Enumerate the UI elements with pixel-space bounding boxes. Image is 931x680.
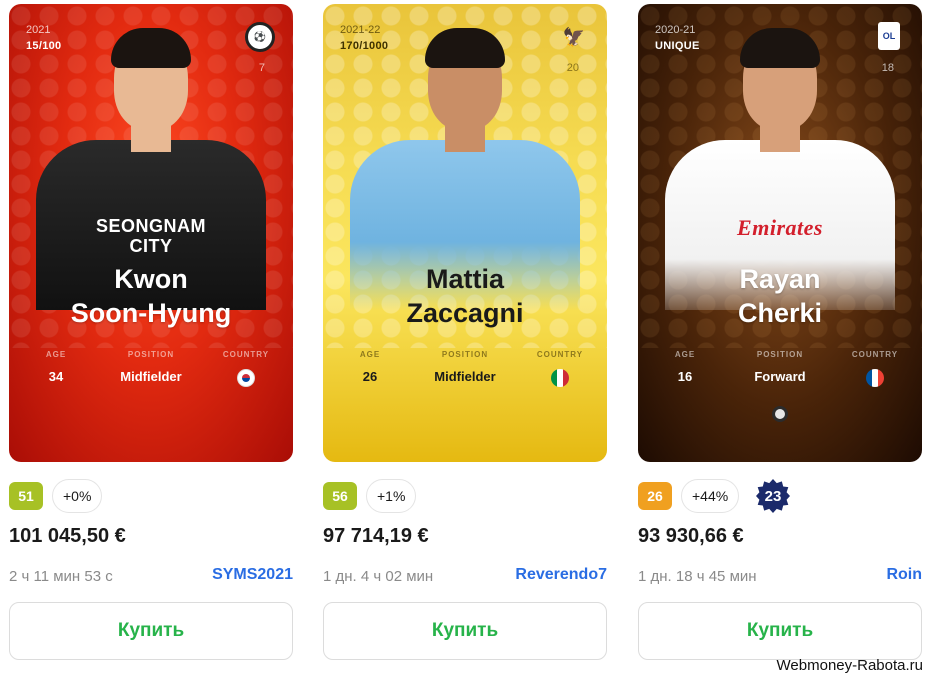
stat-age-label: AGE (45, 350, 67, 359)
time-left: 1 дн. 18 ч 45 мин (638, 568, 757, 585)
stat-age-label: AGE (359, 350, 381, 359)
player-stats: AGE 34 POSITION Midfielder COUNTRY (9, 350, 293, 390)
stat-position: POSITION Midfielder (106, 350, 196, 384)
player-last-name: Soon-Hyung (70, 298, 232, 328)
club-badge-icon: OL (878, 22, 900, 50)
stat-position-label: POSITION (756, 350, 804, 359)
card-meta: 26 +44% 23 (638, 478, 924, 514)
player-last-name: Zaccagni (406, 298, 524, 328)
card-meta: 51 +0% (9, 478, 295, 514)
price-change-badge: +44% (681, 479, 740, 513)
sale-info: 2 ч 11 мин 53 с SYMS2021 (9, 564, 295, 588)
jersey-sponsor: Emirates (737, 215, 823, 240)
stat-age: AGE 34 (11, 350, 101, 384)
time-left: 2 ч 11 мин 53 с (9, 568, 113, 585)
stat-position-label: POSITION (127, 350, 175, 359)
stat-position: POSITION Forward (735, 350, 825, 384)
score-badge: 51 (9, 482, 43, 510)
south-korea-flag-icon (237, 369, 255, 387)
player-first-name: Mattia (425, 264, 504, 294)
stat-age-value: 26 (362, 369, 378, 384)
listing-cherki: 2020-21 UNIQUE OL 18 Emirates Rayan Cher… (638, 4, 924, 660)
stat-position-value: Midfielder (434, 369, 496, 384)
stat-age-value: 34 (48, 369, 64, 384)
listing-kwon: 2021 15/100 ⚽ 7 SEONGNAM CITY Kwon Soon-H… (9, 4, 295, 660)
card-season: 2020-21 (655, 24, 696, 36)
card-season: 2021 (26, 24, 51, 36)
card-serial: UNIQUE (655, 40, 700, 52)
rank-badge: 23 (756, 479, 790, 513)
player-first-name: Rayan (739, 264, 821, 294)
stat-position: POSITION Midfielder (420, 350, 510, 384)
stat-country-label: COUNTRY (536, 350, 584, 359)
score-badge: 56 (323, 482, 357, 510)
price-change-badge: +0% (52, 479, 103, 513)
buy-button[interactable]: Купить (9, 602, 293, 660)
price-change-badge: +1% (366, 479, 417, 513)
sale-info: 1 дн. 4 ч 02 мин Reverendo7 (323, 564, 609, 588)
stat-age: AGE 16 (640, 350, 730, 384)
player-first-name: Kwon (114, 264, 188, 294)
stat-age-value: 16 (677, 369, 693, 384)
player-name: Kwon Soon-Hyung (9, 262, 293, 330)
card-season: 2021-22 (340, 24, 381, 36)
club-number: 7 (258, 62, 265, 74)
unique-chip-icon (772, 406, 788, 422)
stat-age: AGE 26 (325, 350, 415, 384)
card-serial: 170/1000 (340, 40, 389, 52)
player-last-name: Cherki (737, 298, 823, 328)
player-name: Mattia Zaccagni (323, 262, 607, 330)
stat-country: COUNTRY (830, 350, 920, 387)
club-number: 20 (566, 62, 579, 74)
stat-country: COUNTRY (201, 350, 291, 387)
seller-link[interactable]: Reverendo7 (515, 566, 607, 584)
france-flag-icon (866, 369, 884, 387)
time-left: 1 дн. 4 ч 02 мин (323, 568, 434, 585)
watermark: Webmoney-Rabota.ru (776, 657, 923, 674)
player-card[interactable]: 2021 15/100 ⚽ 7 SEONGNAM CITY Kwon Soon-H… (9, 4, 293, 462)
seller-link[interactable]: Roin (886, 566, 922, 584)
stat-country-label: COUNTRY (851, 350, 899, 359)
club-badge-icon: ⚽ (245, 22, 275, 52)
price: 93 930,66 € (638, 525, 744, 547)
score-badge: 26 (638, 482, 672, 510)
stat-position-label: POSITION (441, 350, 489, 359)
player-stats: AGE 26 POSITION Midfielder COUNTRY (323, 350, 607, 390)
player-card[interactable]: 2020-21 UNIQUE OL 18 Emirates Rayan Cher… (638, 4, 922, 462)
sale-info: 1 дн. 18 ч 45 мин Roin (638, 564, 924, 588)
seller-link[interactable]: SYMS2021 (212, 566, 293, 584)
player-name: Rayan Cherki (638, 262, 922, 330)
stat-country-label: COUNTRY (222, 350, 270, 359)
club-badge-icon: 🦅 (562, 26, 586, 47)
price: 101 045,50 € (9, 525, 126, 547)
stat-country: COUNTRY (515, 350, 605, 387)
card-grid: 2021 15/100 ⚽ 7 SEONGNAM CITY Kwon Soon-H… (0, 0, 931, 680)
card-serial: 15/100 (26, 40, 62, 52)
card-meta: 56 +1% (323, 478, 609, 514)
buy-button[interactable]: Купить (323, 602, 607, 660)
stat-position-value: Midfielder (120, 369, 182, 384)
jersey-sponsor: SEONGNAM CITY (95, 216, 207, 256)
listing-zaccagni: 2021-22 170/1000 🦅 20 Mattia Zaccagni AG… (323, 4, 609, 660)
stat-position-value: Forward (754, 369, 806, 384)
player-stats: AGE 16 POSITION Forward COUNTRY (638, 350, 922, 390)
player-card[interactable]: 2021-22 170/1000 🦅 20 Mattia Zaccagni AG… (323, 4, 607, 462)
price: 97 714,19 € (323, 525, 429, 547)
buy-button[interactable]: Купить (638, 602, 922, 660)
club-number: 18 (881, 62, 894, 74)
stat-age-label: AGE (674, 350, 696, 359)
italy-flag-icon (551, 369, 569, 387)
